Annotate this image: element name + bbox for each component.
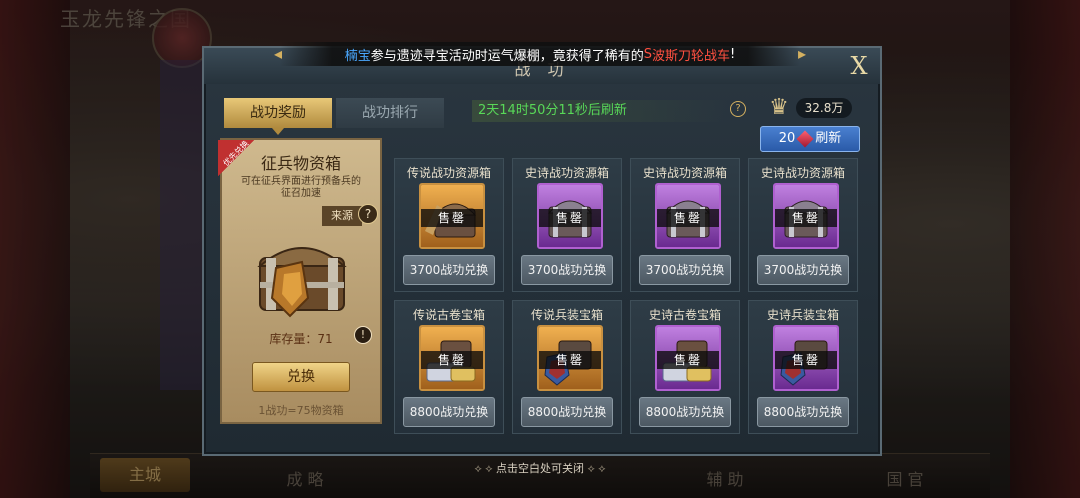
- merit-total: 32.8万: [796, 98, 852, 118]
- reward-item-card: 传说古卷宝箱售罄 8800战功兑换: [394, 300, 504, 434]
- refresh-cost: 20: [778, 131, 796, 146]
- reward-item-name: 史诗古卷宝箱: [648, 308, 721, 322]
- exchange-price-button[interactable]: 3700战功兑换: [403, 255, 495, 285]
- marquee-item: 波斯刀轮战车: [652, 48, 731, 64]
- reward-item-name: 传说古卷宝箱: [412, 308, 485, 322]
- reward-item-name: 史诗战功资源箱: [760, 166, 845, 180]
- reward-grid: 传说战功资源箱 售罄 3700战功兑换 史诗战功资源箱 售罄 3700战功兑换 史诗战功资源…: [394, 158, 864, 434]
- reward-item-card: 史诗战功资源箱售罄 3700战功兑换: [630, 158, 740, 292]
- stock-info-icon[interactable]: !: [354, 326, 372, 344]
- source-help-icon[interactable]: ?: [358, 204, 378, 224]
- sold-out-badge: 售罄: [421, 351, 483, 369]
- featured-item-desc: 可在征兵界面进行预备兵的征召加速: [241, 176, 361, 199]
- exchange-price-button[interactable]: 3700战功兑换: [639, 255, 731, 285]
- featured-item-card: 优先兑换 征兵物资箱 可在征兵界面进行预备兵的征召加速 来源 ? 库存量：71 …: [218, 138, 382, 424]
- reward-item-icon: 售罄: [419, 183, 485, 249]
- gem-icon: [796, 130, 814, 148]
- refresh-timer: 2天14时50分11秒后刷新: [472, 100, 728, 122]
- reward-item-icon: 售罄: [655, 325, 721, 391]
- reward-item-card: 史诗古卷宝箱售罄 8800战功兑换: [630, 300, 740, 434]
- sold-out-badge: 售罄: [539, 351, 601, 369]
- reward-item-icon: 售罄: [655, 183, 721, 249]
- sold-out-badge: 售罄: [775, 351, 837, 369]
- close-button[interactable]: X: [844, 52, 874, 80]
- reward-item-name: 史诗战功资源箱: [524, 166, 609, 180]
- marquee-grade: S: [643, 46, 653, 62]
- exchange-rate: 1战功=75物资箱: [258, 404, 344, 417]
- merit-dialog: 战 功 X 战功奖励 战功排行 2天14时50分11秒后刷新 ? ♛ 32.8万…: [202, 46, 882, 456]
- reward-item-icon: 售罄: [537, 183, 603, 249]
- reward-item-icon: 售罄: [419, 325, 485, 391]
- refresh-label: 刷新: [815, 131, 842, 146]
- dialog-tabs: 战功奖励 战功排行: [224, 98, 444, 135]
- source-label: 来源: [322, 206, 362, 226]
- sold-out-badge: 售罄: [657, 351, 719, 369]
- reward-item-icon: 售罄: [773, 183, 839, 249]
- featured-item-name: 征兵物资箱: [260, 154, 341, 173]
- exchange-price-button[interactable]: 3700战功兑换: [757, 255, 849, 285]
- exchange-price-button[interactable]: 8800战功兑换: [639, 397, 731, 427]
- reward-item-card: 史诗兵装宝箱售罄 8800战功兑换: [748, 300, 858, 434]
- exchange-price-button[interactable]: 3700战功兑换: [521, 255, 613, 285]
- reward-item-icon: 售罄: [537, 325, 603, 391]
- reward-item-name: 史诗战功资源箱: [642, 166, 727, 180]
- reward-item-card: 传说兵装宝箱售罄 8800战功兑换: [512, 300, 622, 434]
- sold-out-badge: 售罄: [657, 209, 719, 227]
- announcement-marquee: ◂ 楠宝 参与遗迹寻宝活动时运气爆棚，竟获得了稀有的 S 波斯刀轮战车 ! ▸: [274, 42, 806, 66]
- reward-item-name: 史诗兵装宝箱: [766, 308, 839, 322]
- exchange-price-button[interactable]: 8800战功兑换: [403, 397, 495, 427]
- merit-laurel-icon: ♛: [769, 95, 789, 120]
- timer-help-icon[interactable]: ?: [730, 101, 746, 117]
- reward-item-name: 传说战功资源箱: [406, 166, 491, 180]
- sold-out-badge: 售罄: [775, 209, 837, 227]
- reward-item-card: 史诗战功资源箱售罄 3700战功兑换: [512, 158, 622, 292]
- refresh-button[interactable]: 20 刷新: [760, 126, 860, 152]
- reward-item-icon: 售罄: [773, 325, 839, 391]
- tab-merit-ranking[interactable]: 战功排行: [336, 98, 444, 128]
- marquee-right-arrow-icon: ▸: [797, 44, 806, 63]
- reward-item-card: 传说战功资源箱售罄 3700战功兑换: [394, 158, 504, 292]
- supply-chest-icon: [257, 247, 347, 318]
- close-hint: ⟡ ⟡ 点击空白处可关闭 ⟡ ⟡: [474, 462, 606, 475]
- marquee-text: 参与遗迹寻宝活动时运气爆棚，竟获得了稀有的: [370, 48, 644, 64]
- exchange-price-button[interactable]: 8800战功兑换: [757, 397, 849, 427]
- sold-out-badge: 售罄: [421, 209, 483, 227]
- reward-item-card: 史诗战功资源箱售罄 3700战功兑换: [748, 158, 858, 292]
- marquee-left-arrow-icon: ◂: [274, 44, 283, 63]
- exchange-price-button[interactable]: 8800战功兑换: [521, 397, 613, 427]
- marquee-text-end: !: [730, 46, 736, 62]
- reward-item-name: 传说兵装宝箱: [530, 308, 603, 322]
- exchange-button[interactable]: 兑换: [252, 362, 350, 392]
- marquee-player: 楠宝: [344, 48, 371, 64]
- sold-out-badge: 售罄: [539, 209, 601, 227]
- tab-merit-rewards[interactable]: 战功奖励: [224, 98, 332, 135]
